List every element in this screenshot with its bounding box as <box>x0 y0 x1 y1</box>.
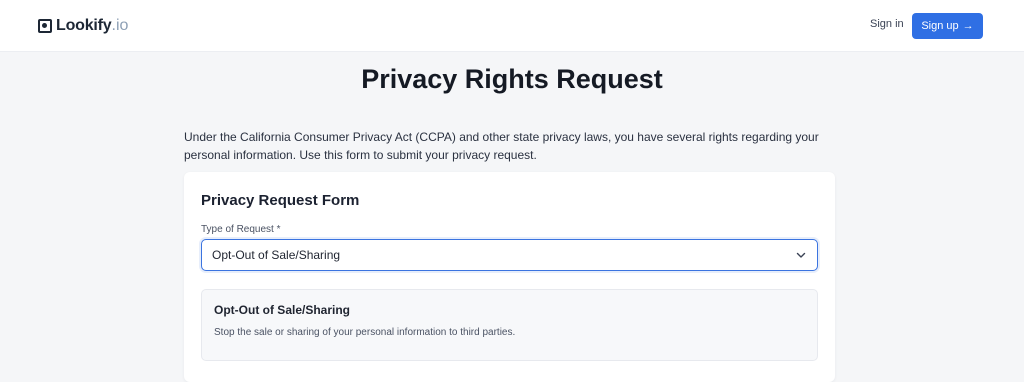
sign-up-button[interactable]: Sign up → <box>912 13 983 39</box>
request-type-value: Opt-Out of Sale/Sharing <box>212 248 341 262</box>
top-navbar: Lookify .io Sign in Sign up → <box>0 0 1024 52</box>
logo-mark-icon <box>38 19 52 33</box>
arrow-right-icon: → <box>962 20 974 32</box>
chevron-down-icon <box>796 252 806 258</box>
request-type-select[interactable]: Opt-Out of Sale/Sharing <box>201 239 818 271</box>
info-description: Stop the sale or sharing of your persona… <box>214 327 516 338</box>
page-title: Privacy Rights Request <box>361 64 663 94</box>
info-title: Opt-Out of Sale/Sharing <box>214 303 351 317</box>
form-title: Privacy Request Form <box>201 192 360 209</box>
logo[interactable]: Lookify .io <box>38 15 128 37</box>
sign-in-link[interactable]: Sign in <box>870 18 904 30</box>
privacy-request-form: Privacy Request Form Type of Request * O… <box>184 172 835 382</box>
logo-name: Lookify <box>56 17 112 34</box>
intro-text: Under the California Consumer Privacy Ac… <box>184 130 819 162</box>
request-type-label: Type of Request * <box>201 224 281 235</box>
request-type-info: Opt-Out of Sale/Sharing Stop the sale or… <box>201 289 818 361</box>
sign-up-label: Sign up <box>921 20 959 32</box>
logo-tld: .io <box>111 17 129 34</box>
